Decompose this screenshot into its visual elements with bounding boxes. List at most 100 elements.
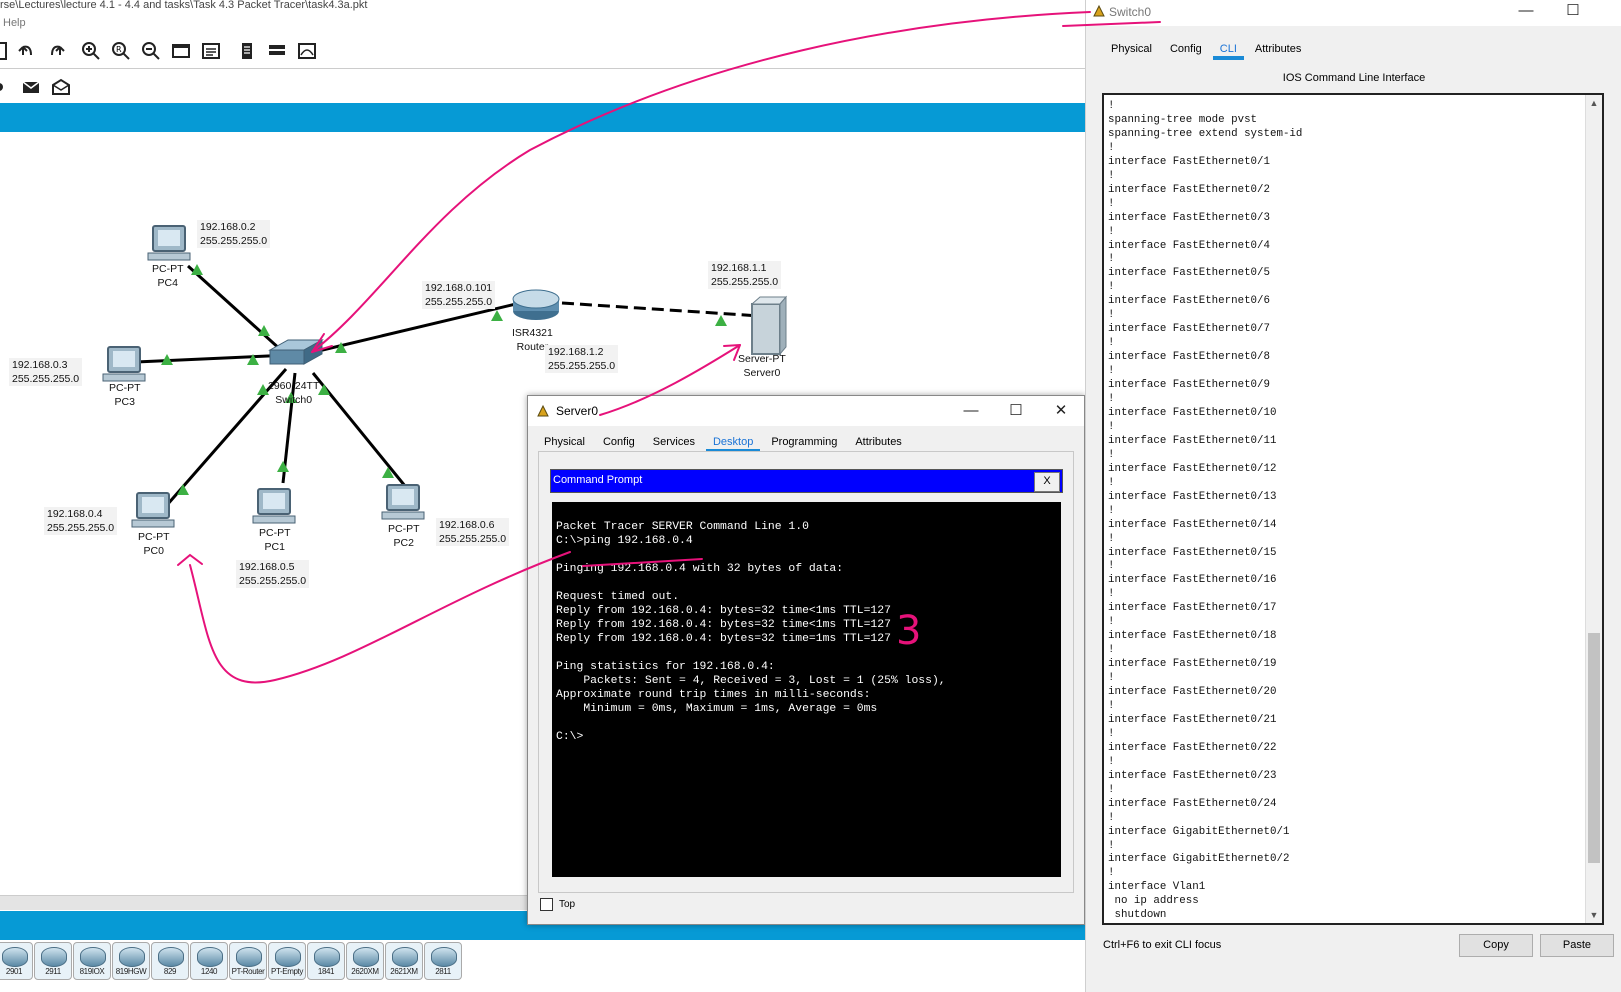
tab-attributes[interactable]: Attributes xyxy=(846,431,910,453)
pc4-ip-label: 192.168.0.2 255.255.255.0 xyxy=(197,220,271,248)
new-icon[interactable] xyxy=(0,40,12,62)
tab-attributes[interactable]: Attributes xyxy=(1246,38,1310,60)
maximize-button[interactable]: ☐ xyxy=(1003,400,1029,422)
zoom-out-icon[interactable] xyxy=(140,40,162,62)
simple-pdu-icon[interactable] xyxy=(20,76,42,98)
device-tray-item[interactable]: 2911 xyxy=(34,942,72,980)
command-prompt-title: Command Prompt xyxy=(553,474,643,486)
pc0-ip-label: 192.168.0.4 255.255.255.0 xyxy=(44,507,118,535)
device-tray: 2901 2911 819IOX 819HGW 829 1240 PT-Router PT-E… xyxy=(0,942,1085,992)
device-tray-item[interactable]: 1240 xyxy=(190,942,228,980)
undo-icon[interactable] xyxy=(16,40,38,62)
svg-text:R: R xyxy=(116,45,122,54)
switch-icon xyxy=(268,339,324,365)
cli-focus-hint: Ctrl+F6 to exit CLI focus xyxy=(1103,939,1222,951)
tab-desktop[interactable]: Desktop xyxy=(704,431,762,453)
tab-programming[interactable]: Programming xyxy=(762,431,846,453)
device-tray-label: PT-Router xyxy=(231,967,265,976)
device-tray-item[interactable]: PT-Router xyxy=(229,942,267,980)
device-tray-item[interactable]: 2621XM xyxy=(385,942,423,980)
tab-config[interactable]: Config xyxy=(1161,38,1211,60)
cluster-icon[interactable] xyxy=(266,40,288,62)
device-tray-label: 829 xyxy=(163,967,177,976)
complex-pdu-icon[interactable] xyxy=(50,76,72,98)
menu-help[interactable]: Help xyxy=(3,17,26,29)
maximize-button[interactable]: ☐ xyxy=(1560,0,1586,22)
device-tray-item[interactable]: 2901 xyxy=(0,942,33,980)
server-ip-label: 192.168.1.1 255.255.255.0 xyxy=(708,261,782,289)
device-tray-item[interactable]: 819HGW xyxy=(112,942,150,980)
device-tray-item[interactable]: 819IOX xyxy=(73,942,111,980)
switch0-title: Switch0 xyxy=(1109,5,1152,19)
copy-button[interactable]: Copy xyxy=(1459,934,1533,957)
router-model-icon xyxy=(158,947,184,967)
cli-scrollbar[interactable]: ▲ ▼ xyxy=(1585,95,1602,923)
server-icon xyxy=(750,295,788,356)
tab-config[interactable]: Config xyxy=(594,431,644,453)
router-model-icon xyxy=(353,947,379,967)
server0-title-bar[interactable]: Server0 — ☐ ✕ xyxy=(528,396,1084,426)
switch-label: 2960-24TT Switch0 xyxy=(268,380,320,406)
close-button[interactable]: ✕ xyxy=(1048,400,1074,422)
server-label: Server-PT Server0 xyxy=(738,353,786,379)
packet-tracer-logo-icon xyxy=(537,404,549,417)
device-tray-item[interactable]: 829 xyxy=(151,942,189,980)
pdu-list-icon[interactable] xyxy=(236,40,258,62)
cli-scroll-thumb[interactable] xyxy=(1588,633,1600,863)
router-model-icon xyxy=(314,947,340,967)
scroll-up-icon[interactable]: ▲ xyxy=(1586,96,1602,110)
top-checkbox[interactable] xyxy=(540,898,553,911)
device-tray-item[interactable]: PT-Empty xyxy=(268,942,306,980)
viewport-icon[interactable] xyxy=(296,40,318,62)
zoom-in-icon[interactable] xyxy=(80,40,102,62)
paste-button[interactable]: Paste xyxy=(1540,934,1614,957)
scroll-down-icon[interactable]: ▼ xyxy=(1586,908,1602,922)
window-title: rse\Lectures\lecture 4.1 - 4.4 and tasks… xyxy=(0,0,368,11)
top-checkbox-row[interactable]: Top xyxy=(540,898,575,911)
cli-output: ! spanning-tree mode pvst spanning-tree … xyxy=(1108,100,1303,922)
device-tray-item[interactable]: 1841 xyxy=(307,942,345,980)
pc2-ip-label: 192.168.0.6 255.255.255.0 xyxy=(436,518,510,546)
redo-icon[interactable] xyxy=(45,40,67,62)
switch0-tabs: Physical Config CLI Attributes xyxy=(1102,38,1310,60)
device-tray-label: 1240 xyxy=(200,967,218,976)
zoom-reset-icon[interactable]: R xyxy=(110,40,132,62)
tab-physical[interactable]: Physical xyxy=(535,431,594,453)
server0-window: Server0 — ☐ ✕ Physical Config Services Desk… xyxy=(527,395,1085,925)
command-prompt-close-button[interactable]: X xyxy=(1034,472,1060,492)
device-tray-item[interactable]: 2620XM xyxy=(346,942,384,980)
router-wan-ip-label: 192.168.1.2 255.255.255.0 xyxy=(545,345,619,373)
pc1-ip-label: 192.168.0.5 255.255.255.0 xyxy=(236,560,310,588)
device-tray-item[interactable]: 2811 xyxy=(424,942,462,980)
packet-tracer-logo-icon xyxy=(1093,4,1105,17)
top-checkbox-label: Top xyxy=(559,899,576,910)
tab-physical[interactable]: Physical xyxy=(1102,38,1161,60)
minimize-button[interactable]: — xyxy=(958,400,984,422)
main-toolbar: R xyxy=(0,36,1085,69)
cli-console[interactable]: ! spanning-tree mode pvst spanning-tree … xyxy=(1102,93,1604,925)
router-model-icon xyxy=(80,947,106,967)
pc4-icon xyxy=(147,225,191,261)
tab-cli[interactable]: CLI xyxy=(1211,38,1246,60)
switch0-title-bar[interactable]: Switch0 — ☐ xyxy=(1086,0,1621,26)
custom-device-dialog-icon[interactable] xyxy=(200,40,222,62)
switch0-window: Switch0 — ☐ Physical Config CLI Attributes … xyxy=(1085,0,1621,992)
device-tray-label: 2911 xyxy=(45,967,61,976)
command-prompt-title-bar[interactable]: Command Prompt X xyxy=(550,469,1063,493)
tab-services[interactable]: Services xyxy=(644,431,704,453)
router-model-icon xyxy=(41,947,67,967)
router-model-icon xyxy=(2,947,28,967)
minimize-button[interactable]: — xyxy=(1513,0,1539,22)
device-tray-label: 2620XM xyxy=(351,967,379,976)
pc3-icon xyxy=(102,346,146,382)
select-icon[interactable] xyxy=(0,76,10,98)
pc0-label: PC-PT PC0 xyxy=(138,531,170,557)
pc2-label: PC-PT PC2 xyxy=(388,523,420,549)
server0-tabs: Physical Config Services Desktop Programming… xyxy=(535,431,911,453)
device-tray-label: 819IOX xyxy=(79,967,105,976)
pc2-icon xyxy=(381,484,425,520)
command-prompt-output[interactable]: Packet Tracer SERVER Command Line 1.0 C:… xyxy=(552,502,1061,877)
device-tray-label: 1841 xyxy=(317,967,335,976)
pc3-ip-label: 192.168.0.3 255.255.255.0 xyxy=(9,358,83,386)
drawing-palette-icon[interactable] xyxy=(170,40,192,62)
